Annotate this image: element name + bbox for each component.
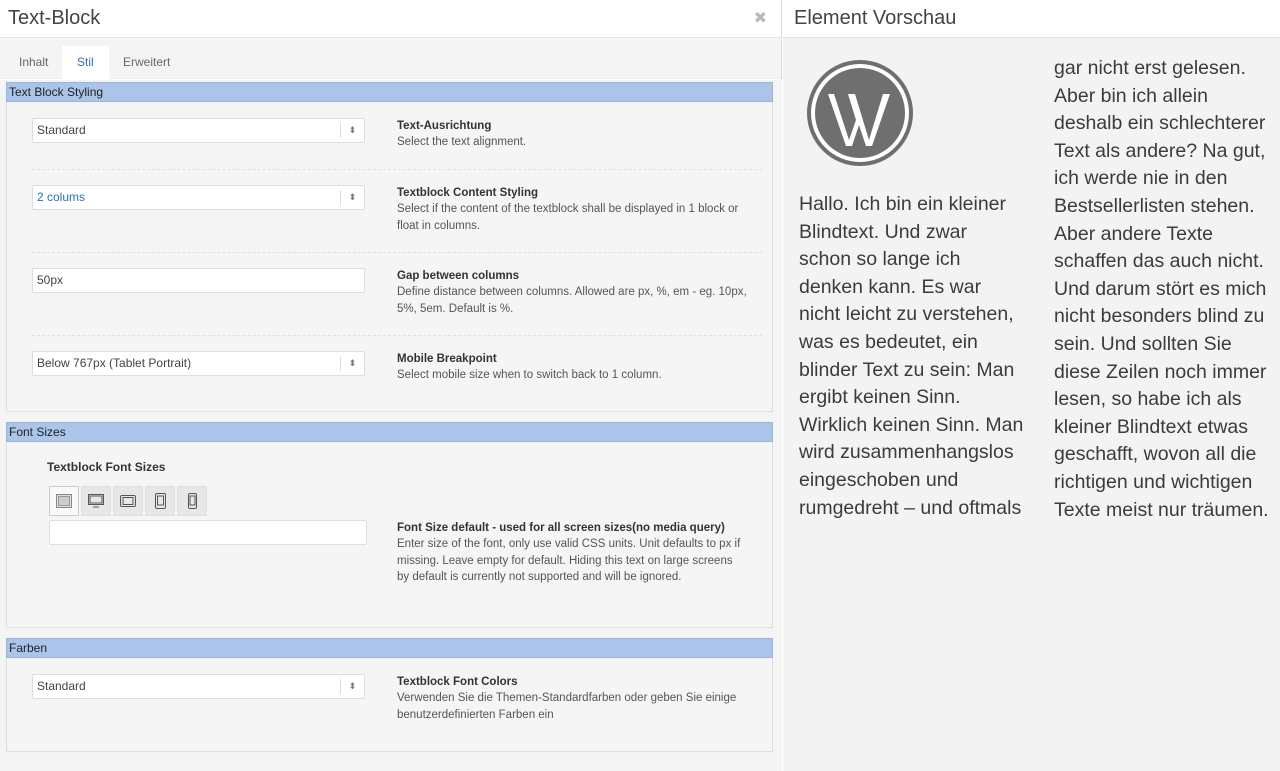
alignment-description: Text-Ausrichtung Select the text alignme…: [397, 118, 752, 151]
tablet-landscape-icon[interactable]: [113, 486, 143, 516]
breakpoint-row: Below 767px (Tablet Portrait) ⬍ Mobile B…: [32, 351, 762, 391]
font-size-label: Font Size default - used for all screen …: [397, 522, 725, 534]
gap-row: 50px Gap between columns Define distance…: [32, 268, 762, 323]
section-header-font-sizes[interactable]: Font Sizes: [6, 422, 773, 442]
section-body-farben: Standard ⬍ Textblock Font Colors Verwend…: [6, 658, 773, 752]
preview-panel: Element Vorschau Hallo. Ich bin ein klei…: [783, 0, 1280, 771]
breakpoint-select-value: Below 767px (Tablet Portrait): [37, 356, 192, 370]
select-arrows-icon: ⬍: [340, 123, 364, 138]
select-arrows-icon: ⬍: [340, 190, 364, 205]
preview-text-column-1: Hallo. Ich bin ein kleiner Blindtext. Un…: [799, 193, 1024, 519]
font-colors-help: Verwenden Sie die Themen-Standardfarben …: [397, 692, 737, 721]
font-size-input[interactable]: [49, 520, 367, 545]
editor-header: Text-Block ✖: [0, 0, 781, 38]
colors-row: Standard ⬍ Textblock Font Colors Verwend…: [32, 674, 762, 729]
editor-panel: Text-Block ✖ Inhalt Stil Erweitert Text …: [0, 0, 782, 771]
divider: [32, 252, 762, 253]
alignment-select-value: Standard: [37, 123, 86, 137]
desktop-icon[interactable]: [81, 486, 111, 516]
content-styling-row: 2 colums ⬍ Textblock Content Styling Sel…: [32, 185, 762, 240]
content-styling-select-value: 2 colums: [37, 190, 86, 204]
content-styling-help: Select if the content of the textblock s…: [397, 203, 739, 232]
font-sizes-label: Textblock Font Sizes: [47, 460, 166, 474]
close-icon[interactable]: ✖: [754, 8, 767, 28]
wordpress-logo: [807, 60, 913, 166]
preview-title: Element Vorschau: [794, 7, 957, 29]
tab-stil[interactable]: Stil: [62, 46, 109, 79]
section-header-farben[interactable]: Farben: [6, 638, 773, 658]
breakpoint-select[interactable]: Below 767px (Tablet Portrait) ⬍: [32, 351, 365, 376]
mobile-icon[interactable]: [177, 486, 207, 516]
divider: [32, 169, 762, 170]
content-styling-label: Textblock Content Styling: [397, 187, 538, 199]
font-colors-label: Textblock Font Colors: [397, 676, 518, 688]
font-colors-select-value: Standard: [37, 679, 86, 693]
font-colors-select[interactable]: Standard ⬍: [32, 674, 365, 699]
tab-erweitert[interactable]: Erweitert: [108, 46, 185, 79]
alignment-label: Text-Ausrichtung: [397, 120, 492, 132]
select-arrows-icon: ⬍: [340, 356, 364, 371]
section-header-styling[interactable]: Text Block Styling: [6, 82, 773, 102]
section-body-font-sizes: Textblock Font Sizes Font Size default -…: [6, 442, 773, 628]
alignment-select[interactable]: Standard ⬍: [32, 118, 365, 143]
font-colors-description: Textblock Font Colors Verwenden Sie die …: [397, 674, 752, 723]
preview-header: Element Vorschau: [783, 0, 1280, 38]
preview-text-column-2: gar nicht erst gelesen. Aber bin ich all…: [1054, 57, 1269, 521]
default-size-icon[interactable]: [49, 486, 79, 516]
editor-content: Text Block Styling Standard ⬍ Text-Ausri…: [0, 80, 782, 771]
gap-label: Gap between columns: [397, 270, 520, 282]
alignment-help: Select the text alignment.: [397, 136, 527, 149]
section-body-styling: Standard ⬍ Text-Ausrichtung Select the t…: [6, 102, 773, 412]
divider: [32, 335, 762, 336]
breakpoint-description: Mobile Breakpoint Select mobile size whe…: [397, 351, 752, 384]
gap-input[interactable]: 50px: [32, 268, 365, 293]
breakpoint-label: Mobile Breakpoint: [397, 353, 497, 365]
tab-bar: Inhalt Stil Erweitert: [0, 38, 781, 79]
content-styling-description: Textblock Content Styling Select if the …: [397, 185, 752, 234]
gap-help: Define distance between columns. Allowed…: [397, 286, 747, 315]
font-size-help: Enter size of the font, only use valid C…: [397, 538, 741, 583]
breakpoint-help: Select mobile size when to switch back t…: [397, 369, 662, 382]
editor-title: Text-Block: [8, 7, 101, 29]
alignment-row: Standard ⬍ Text-Ausrichtung Select the t…: [32, 118, 762, 158]
gap-description: Gap between columns Define distance betw…: [397, 268, 752, 317]
tab-inhalt[interactable]: Inhalt: [4, 46, 63, 79]
content-styling-select[interactable]: 2 colums ⬍: [32, 185, 365, 210]
tablet-portrait-icon[interactable]: [145, 486, 175, 516]
font-size-description: Font Size default - used for all screen …: [397, 520, 742, 585]
select-arrows-icon: ⬍: [340, 679, 364, 694]
